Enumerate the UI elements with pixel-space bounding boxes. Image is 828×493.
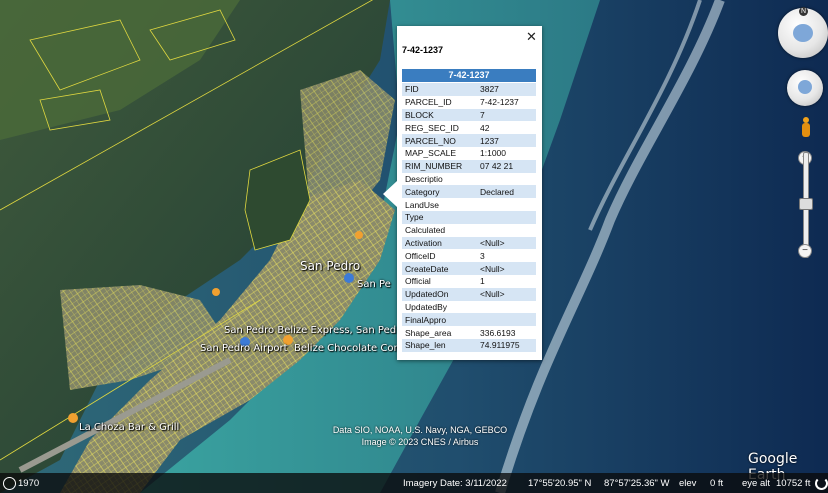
eye-alt-value: 10752 ft [776,478,811,489]
table-row: OfficeID 3 [402,249,536,263]
attribute-key: Shape_len [402,338,477,352]
table-row: Official 1 [402,274,536,288]
attribute-value [477,210,536,224]
attribute-key: Category [402,185,477,199]
loading-spinner-icon [815,477,828,490]
attribute-key: Shape_area [402,326,477,339]
elev-value: 0 ft [710,478,724,489]
table-row: BLOCK 7 [402,108,536,122]
place-label-san-pe[interactable]: San Pe [357,279,391,290]
attribute-key: Calculated [402,223,477,237]
attribute-value: 74.911975 [477,338,536,352]
attribute-key: OfficeID [402,249,477,263]
attribute-value: 7-42-1237 [477,95,536,109]
attribution-line-1: Data SIO, NOAA, U.S. Navy, NGA, GEBCO [332,425,508,435]
hand-icon [798,80,812,94]
attribute-key: UpdatedBy [402,300,477,314]
close-icon[interactable]: ✕ [526,29,537,45]
attribute-table: FID 3827 PARCEL_ID 7-42-1237 BLOCK 7 REG_SEC_I… [402,83,536,352]
table-row: Activation <Null> [402,236,536,250]
table-row: UpdatedBy [402,300,536,314]
attribute-key: LandUse [402,198,477,211]
place-label-airport[interactable]: San Pedro Airport [200,343,288,354]
attribute-key: UpdatedOn [402,287,477,301]
attribute-value: <Null> [477,262,536,275]
feature-info-popup: 7-42-1237 ✕ 7-42-1237 FID 3827 PARCEL_ID 7-… [383,26,542,360]
attribute-value: 1237 [477,134,536,147]
attribute-key: Descriptio [402,172,477,186]
attribute-key: Type [402,210,477,224]
clock-icon[interactable] [3,477,16,490]
attribute-value: 7 [477,108,536,122]
table-row: PARCEL_NO 1237 [402,134,536,147]
historical-year[interactable]: 1970 [18,478,39,489]
eye-icon [793,24,813,42]
popup-table-header: 7-42-1237 [402,69,536,82]
table-row: Type [402,210,536,224]
attribute-value [477,300,536,314]
attribute-value: 336.6193 [477,326,536,339]
eye-alt-label: eye alt [742,478,770,489]
attribute-key: FinalAppro [402,313,477,327]
attribute-key: MAP_SCALE [402,146,477,160]
place-label-chocolate[interactable]: Belize Chocolate Com [294,343,403,354]
attribute-key: Official [402,274,477,288]
table-row: Category Declared [402,185,536,199]
attribute-value [477,313,536,327]
attribute-value [477,198,536,211]
attribution-line-2: Image © 2023 CNES / Airbus [361,437,479,447]
longitude-readout: 87°57'25.36" W [604,478,670,489]
place-label-belize-express[interactable]: San Pedro Belize Express, San Ped [224,325,396,336]
attribute-value: 07 42 21 [477,159,536,173]
table-row: CreateDate <Null> [402,262,536,275]
latitude-readout: 17°55'20.95" N [528,478,592,489]
north-indicator[interactable]: N [799,7,808,16]
attribute-value: <Null> [477,236,536,250]
table-row: UpdatedOn <Null> [402,287,536,301]
attribute-key: FID [402,83,477,96]
attribute-key: BLOCK [402,108,477,122]
attribute-value: 1:1000 [477,146,536,160]
attribute-value: 3827 [477,83,536,96]
look-joystick[interactable]: N [778,7,828,58]
place-label-san-pedro[interactable]: San Pedro [300,259,360,273]
popup-title: 7-42-1237 [402,45,444,55]
attribute-value: 1 [477,274,536,288]
attribute-value: Declared [477,185,536,199]
table-row: LandUse [402,198,536,211]
table-row: RIM_NUMBER 07 42 21 [402,159,536,173]
table-row: FinalAppro [402,313,536,327]
attribute-key: REG_SEC_ID [402,121,477,135]
attribute-key: PARCEL_NO [402,134,477,147]
status-bar: 1970 Imagery Date: 3/11/2022 17°55'20.95… [0,473,828,493]
table-row: PARCEL_ID 7-42-1237 [402,95,536,109]
elev-label: elev [679,478,697,489]
table-row: Descriptio [402,172,536,186]
attribute-key: RIM_NUMBER [402,159,477,173]
imagery-date: Imagery Date: 3/11/2022 [403,478,507,489]
place-label-la-choza[interactable]: La Choza Bar & Grill [79,422,179,433]
zoom-slider-thumb[interactable] [799,198,813,210]
attribute-value: <Null> [477,287,536,301]
move-joystick[interactable] [787,70,823,106]
table-row: REG_SEC_ID 42 [402,121,536,135]
zoom-out-button[interactable]: − [798,244,812,258]
attribute-value [477,172,536,186]
attribute-value: 3 [477,249,536,263]
table-row: Shape_len 74.911975 [402,338,536,352]
street-view-pegman-icon[interactable] [800,117,812,141]
table-row: FID 3827 [402,83,536,96]
attribute-key: PARCEL_ID [402,95,477,109]
attribute-key: Activation [402,236,477,250]
table-row: Shape_area 336.6193 [402,326,536,339]
table-row: Calculated [402,223,536,237]
table-row: MAP_SCALE 1:1000 [402,146,536,160]
attribute-value [477,223,536,237]
attribute-value: 42 [477,121,536,135]
attribute-key: CreateDate [402,262,477,275]
popup-pointer [383,181,397,207]
